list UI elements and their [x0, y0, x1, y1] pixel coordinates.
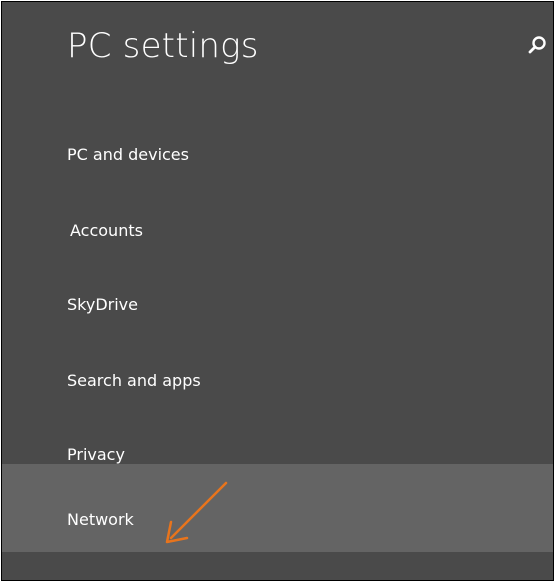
- menu-item-label: Network: [67, 510, 134, 529]
- menu-item-network[interactable]: Network: [2, 464, 553, 552]
- search-button[interactable]: [526, 34, 550, 58]
- menu-item-search-and-apps[interactable]: Search and apps: [2, 357, 553, 405]
- menu-item-accounts[interactable]: Accounts: [2, 207, 553, 255]
- search-icon: [528, 36, 546, 54]
- page-title: PC settings: [67, 26, 259, 66]
- settings-panel: PC settings PC and devices Accounts SkyD…: [1, 1, 554, 581]
- menu-item-label: PC and devices: [67, 145, 189, 164]
- menu-item-label: SkyDrive: [67, 295, 138, 314]
- menu-item-label: Privacy: [67, 445, 125, 464]
- menu-item-pc-and-devices[interactable]: PC and devices: [2, 131, 553, 179]
- menu-item-label: Search and apps: [67, 371, 201, 390]
- menu-item-label: Accounts: [70, 221, 143, 240]
- menu-item-skydrive[interactable]: SkyDrive: [2, 281, 553, 329]
